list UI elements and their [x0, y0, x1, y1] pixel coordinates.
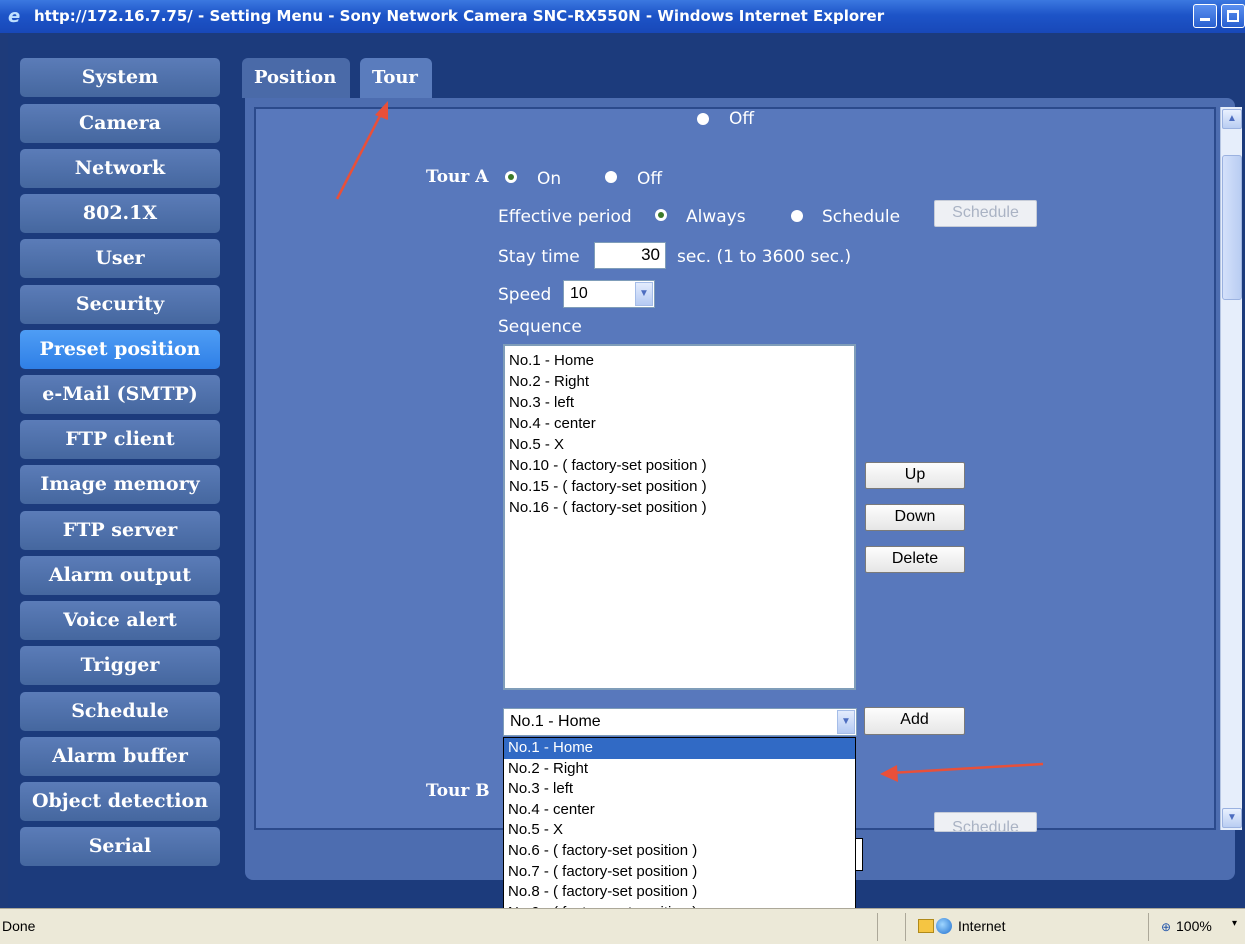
dropdown-option[interactable]: No.6 - ( factory-set position ): [504, 841, 855, 862]
sidebar-item-alarm-output[interactable]: Alarm output: [20, 556, 220, 595]
effective-period-label: Effective period: [498, 207, 632, 227]
status-divider: [877, 913, 878, 941]
sidebar-item-schedule[interactable]: Schedule: [20, 692, 220, 731]
scroll-up-arrow-icon[interactable]: ▲: [1222, 109, 1242, 129]
tour-a-schedule-button[interactable]: Schedule: [934, 200, 1037, 227]
status-bar: Done Internet ⊕ 100% ▾: [0, 908, 1245, 944]
sidebar-item-preset-position[interactable]: Preset position: [20, 330, 220, 369]
zoom-level[interactable]: 100%: [1176, 918, 1212, 934]
sidebar-item-e-mail-smtp[interactable]: e-Mail (SMTP): [20, 375, 220, 414]
ie-logo-icon: e: [8, 6, 21, 27]
top-off-label: Off: [729, 109, 755, 129]
preset-select[interactable]: No.1 - Home ▼: [503, 708, 857, 736]
speed-label: Speed: [498, 285, 552, 305]
dropdown-option[interactable]: No.2 - Right: [504, 759, 855, 780]
dropdown-option[interactable]: No.7 - ( factory-set position ): [504, 862, 855, 883]
partial-button-edge: [855, 838, 863, 871]
zone-text: Internet: [958, 918, 1006, 934]
status-divider: [905, 913, 906, 941]
sidebar-item-security[interactable]: Security: [20, 285, 220, 324]
chevron-down-icon[interactable]: ▼: [837, 710, 855, 734]
dropdown-option[interactable]: No.4 - center: [504, 800, 855, 821]
sidebar-item-serial[interactable]: Serial: [20, 827, 220, 866]
scroll-down-arrow-icon[interactable]: ▼: [1222, 808, 1242, 828]
dropdown-option[interactable]: No.5 - X: [504, 820, 855, 841]
zoom-dropdown-icon[interactable]: ▾: [1232, 918, 1237, 929]
sidebar-item-object-detection[interactable]: Object detection: [20, 782, 220, 821]
sequence-listbox[interactable]: No.1 - Home No.2 - Right No.3 - left No.4 -…: [503, 344, 856, 690]
sequence-item[interactable]: No.10 - ( factory-set position ): [509, 455, 850, 476]
down-button[interactable]: Down: [865, 504, 965, 531]
speed-select[interactable]: 10 ▼: [563, 280, 655, 308]
sidebar-item-alarm-buffer[interactable]: Alarm buffer: [20, 737, 220, 776]
sequence-item[interactable]: No.15 - ( factory-set position ): [509, 476, 850, 497]
zoom-icon[interactable]: ⊕: [1161, 920, 1171, 934]
dropdown-option[interactable]: No.1 - Home: [504, 738, 855, 759]
sidebar-item-image-memory[interactable]: Image memory: [20, 465, 220, 504]
tab-position[interactable]: Position: [242, 58, 350, 98]
scroll-thumb[interactable]: [1222, 155, 1242, 300]
sidebar-item-user[interactable]: User: [20, 239, 220, 278]
sidebar-item-802-1x[interactable]: 802.1X: [20, 194, 220, 233]
sidebar-item-ftp-server[interactable]: FTP server: [20, 511, 220, 550]
effective-schedule-radio[interactable]: [791, 210, 803, 222]
preset-select-value: No.1 - Home: [510, 713, 601, 730]
add-button[interactable]: Add: [864, 707, 965, 735]
sequence-item[interactable]: No.5 - X: [509, 434, 850, 455]
dropdown-option[interactable]: No.8 - ( factory-set position ): [504, 882, 855, 903]
maximize-button[interactable]: [1221, 4, 1245, 28]
tour-a-label: Tour A: [426, 167, 489, 187]
sidebar-item-voice-alert[interactable]: Voice alert: [20, 601, 220, 640]
delete-button[interactable]: Delete: [865, 546, 965, 573]
sequence-item[interactable]: No.2 - Right: [509, 371, 850, 392]
tab-tour-label: Tour: [372, 67, 418, 88]
sidebar-item-system[interactable]: System: [20, 58, 220, 97]
tour-a-on-radio[interactable]: [505, 171, 517, 183]
tour-b-schedule-button[interactable]: Schedule: [934, 812, 1037, 832]
effective-always-radio[interactable]: [655, 209, 667, 221]
effective-schedule-label: Schedule: [822, 207, 901, 227]
sidebar-item-ftp-client[interactable]: FTP client: [20, 420, 220, 459]
tour-b-label: Tour B: [426, 781, 490, 801]
stay-time-unit: sec. (1 to 3600 sec.): [677, 247, 852, 267]
tour-a-off-label: Off: [637, 169, 663, 189]
stay-time-label: Stay time: [498, 247, 580, 267]
window-title: http://172.16.7.75/ - Setting Menu - Son…: [34, 7, 885, 25]
chevron-down-icon[interactable]: ▼: [635, 282, 653, 306]
tour-a-on-label: On: [537, 169, 562, 189]
status-text: Done: [2, 918, 36, 934]
minimize-button[interactable]: [1193, 4, 1217, 28]
effective-always-label: Always: [686, 207, 746, 227]
tab-position-label: Position: [254, 67, 337, 88]
window-controls: [1193, 4, 1245, 30]
sidebar-item-camera[interactable]: Camera: [20, 104, 220, 143]
protected-mode-icon: [918, 919, 934, 933]
tour-a-off-radio[interactable]: [605, 171, 617, 183]
speed-value: 10: [570, 285, 588, 302]
sequence-item[interactable]: No.4 - center: [509, 413, 850, 434]
window-title-bar: e http://172.16.7.75/ - Setting Menu - S…: [0, 0, 1245, 33]
vertical-scrollbar[interactable]: ▲ ▼: [1220, 107, 1242, 830]
sidebar-item-trigger[interactable]: Trigger: [20, 646, 220, 685]
dropdown-option[interactable]: No.3 - left: [504, 779, 855, 800]
up-button[interactable]: Up: [865, 462, 965, 489]
sequence-item[interactable]: No.16 - ( factory-set position ): [509, 497, 850, 518]
sequence-item[interactable]: No.1 - Home: [509, 350, 850, 371]
top-off-radio[interactable]: [697, 113, 709, 125]
sequence-label: Sequence: [498, 317, 582, 337]
status-divider: [1148, 913, 1149, 941]
internet-zone-icon: [936, 918, 952, 934]
sidebar-item-network[interactable]: Network: [20, 149, 220, 188]
tab-tour[interactable]: Tour: [360, 58, 432, 102]
sequence-item[interactable]: No.3 - left: [509, 392, 850, 413]
stay-time-input[interactable]: 30: [594, 242, 666, 269]
